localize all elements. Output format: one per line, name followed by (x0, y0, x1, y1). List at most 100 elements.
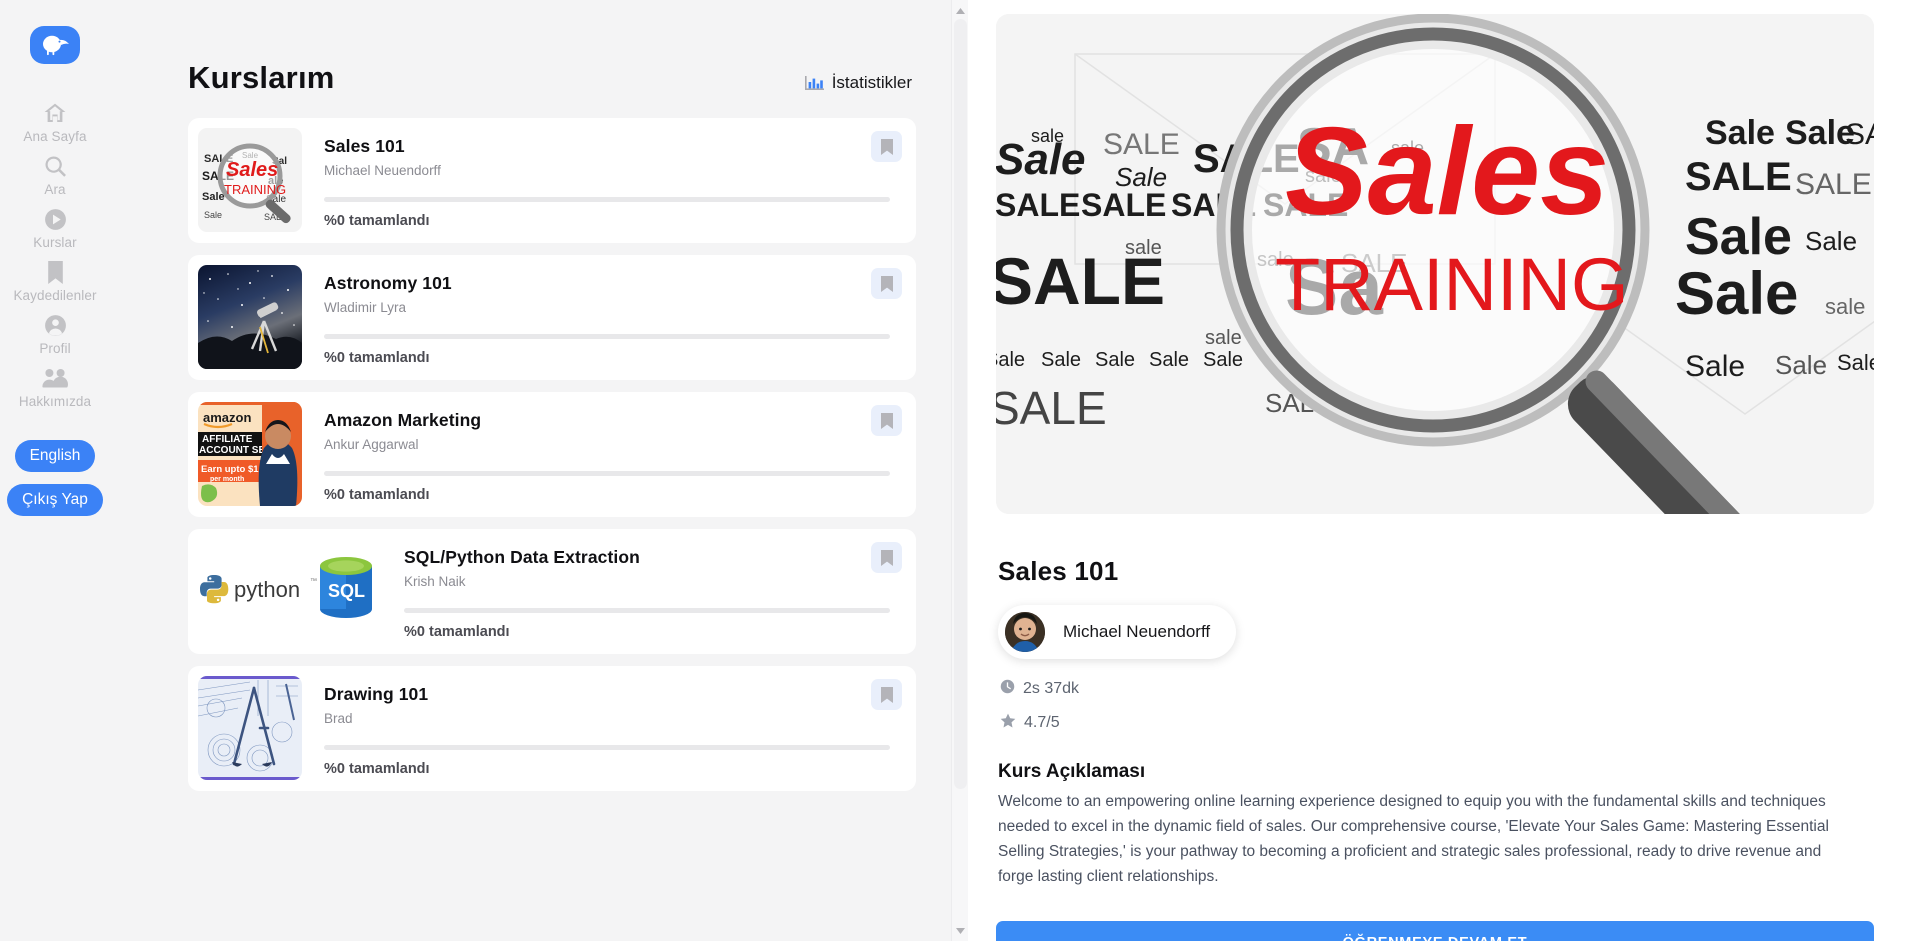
sidebar-item-label: Ara (44, 182, 66, 197)
sidebar-item-kaydedilenler[interactable]: Kaydedilenler (0, 257, 110, 303)
svg-text:sale: sale (1031, 126, 1064, 146)
sales-training-magnifier-icon: SALE Sale Sal SALE ale Sale Sale Sale SA… (198, 128, 302, 232)
course-card[interactable]: Drawing 101 Brad %0 tamamlandı (188, 666, 916, 791)
bookmark-icon (880, 138, 893, 155)
svg-text:Sales: Sales (226, 159, 278, 181)
sidebar-item-label: Ana Sayfa (23, 129, 87, 144)
detail-instructor-pill[interactable]: Michael Neuendorff (998, 605, 1237, 659)
description-body: Welcome to an empowering online learning… (998, 793, 1829, 886)
svg-text:Sales: Sales (1285, 103, 1609, 241)
bookmark-icon (40, 257, 70, 287)
bookmark-button[interactable] (871, 405, 902, 436)
course-list-header: Kurslarım İstatistikler (150, 0, 926, 118)
sidebar-nav: Ana Sayfa Ara Kurslar Kaydedilenler Prof… (0, 98, 110, 416)
svg-text:Sale: Sale (202, 191, 225, 203)
course-card[interactable]: SALE Sale Sal SALE ale Sale Sale Sale SA… (188, 118, 916, 243)
course-card-body: Amazon Marketing Ankur Aggarwal %0 tamam… (302, 392, 916, 517)
sidebar-item-kurslar[interactable]: Kurslar (0, 204, 110, 250)
detail-instructor-name: Michael Neuendorff (1063, 622, 1211, 641)
description-title: Kurs Açıklaması (998, 761, 1146, 782)
course-progress-label: %0 tamamlandı (324, 213, 430, 229)
statistics-label: İstatistikler (831, 73, 912, 92)
course-title: Drawing 101 (324, 684, 429, 704)
sales-training-word-cloud-icon: Sale sale SALE Sale SALE sale SA sale SA… (996, 14, 1874, 514)
python-sql-logos-icon: python ™ SQL (192, 539, 382, 643)
course-author: Ankur Aggarwal (324, 437, 419, 452)
detail-duration-label: 2s 37dk (1023, 680, 1080, 697)
sidebar-item-label: Hakkımızda (18, 394, 92, 409)
course-progress-bar (324, 471, 890, 476)
course-card-body: Astronomy 101 Wladimir Lyra %0 tamamland… (302, 255, 916, 380)
course-card[interactable]: python ™ SQL SQL/Python Data Extraction … (188, 529, 916, 654)
scroll-down-arrow-icon[interactable] (952, 922, 968, 939)
svg-text:™: ™ (310, 578, 317, 585)
course-progress-bar (324, 745, 890, 750)
bookmark-icon (880, 549, 893, 566)
detail-course-title: Sales 101 (998, 556, 1119, 586)
svg-text:Sale: Sale (204, 210, 222, 220)
bar-chart-icon (804, 74, 824, 92)
search-icon (40, 151, 70, 181)
svg-text:SQL: SQL (328, 581, 365, 601)
scrollbar-thumb[interactable] (954, 19, 967, 789)
course-progress-label: %0 tamamlandı (404, 624, 510, 640)
course-title: Sales 101 (324, 136, 405, 156)
svg-text:Sale: Sale (1837, 350, 1874, 375)
course-card-list: SALE Sale Sal SALE ale Sale Sale Sale SA… (150, 118, 926, 791)
language-button[interactable]: English (14, 440, 96, 472)
course-card[interactable]: Astronomy 101 Wladimir Lyra %0 tamamland… (188, 255, 916, 380)
kiwi-bird-icon (43, 35, 69, 56)
detail-rating: 4.7/5 (1000, 713, 1874, 733)
course-card[interactable]: amazon AFFILIATE ACCOUNT SETUP Earn upto… (188, 392, 916, 517)
bookmark-icon (880, 686, 893, 703)
sidebar-item-ana-sayfa[interactable]: Ana Sayfa (0, 98, 110, 144)
svg-text:SALE: SALE (1795, 168, 1872, 201)
kiwi-bird-logo[interactable] (30, 26, 80, 64)
sidebar: Ana Sayfa Ara Kurslar Kaydedilenler Prof… (0, 0, 110, 941)
course-list-panel: Kurslarım İstatistikler SALE Sal Sale Sa… (110, 0, 968, 941)
svg-text:amazon: amazon (203, 410, 251, 425)
scroll-up-arrow-icon[interactable] (952, 2, 968, 19)
course-list-scrollbar[interactable] (951, 0, 968, 941)
svg-text:Sale: Sale (1149, 349, 1189, 371)
svg-text:AFFILIATE: AFFILIATE (202, 434, 253, 445)
bookmark-button[interactable] (871, 542, 902, 573)
sidebar-item-ara[interactable]: Ara (0, 151, 110, 197)
svg-text:Sale: Sale (1685, 208, 1792, 266)
svg-text:SALE: SALE (996, 244, 1165, 318)
logout-button[interactable]: Çıkış Yap (7, 484, 103, 516)
sidebar-item-hakkimizda[interactable]: Hakkımızda (0, 363, 110, 409)
course-author: Brad (324, 711, 353, 726)
course-card-body: SQL/Python Data Extraction Krish Naik %0… (382, 529, 916, 654)
course-progress-label: %0 tamamlandı (324, 761, 430, 777)
course-author: Krish Naik (404, 574, 466, 589)
course-author: Wladimir Lyra (324, 300, 407, 315)
app-root: Ana Sayfa Ara Kurslar Kaydedilenler Prof… (0, 0, 1920, 941)
continue-learning-button[interactable]: ÖĞRENMEYE DEVAM ET (996, 921, 1874, 941)
svg-text:Sale: Sale (1805, 226, 1857, 256)
svg-text:SALE: SALE (996, 187, 1080, 223)
course-thumbnail (198, 265, 302, 369)
svg-text:TRAINING: TRAINING (1275, 243, 1629, 326)
sidebar-item-profil[interactable]: Profil (0, 310, 110, 356)
statistics-link[interactable]: İstatistikler (804, 73, 912, 96)
course-thumbnail (198, 676, 302, 780)
svg-text:SALE: SALE (1845, 118, 1874, 151)
clock-icon (1000, 679, 1015, 699)
svg-text:SALE: SALE (1685, 155, 1792, 199)
course-hero-image: Sale sale SALE Sale SALE sale SA sale SA… (996, 14, 1874, 514)
course-progress-label: %0 tamamlandı (324, 487, 430, 503)
svg-text:SALE: SALE (996, 382, 1107, 434)
bookmark-button[interactable] (871, 131, 902, 162)
course-title: SQL/Python Data Extraction (404, 547, 640, 567)
course-progress-bar (324, 197, 890, 202)
svg-text:Sale: Sale (996, 349, 1025, 371)
detail-rating-label: 4.7/5 (1024, 714, 1060, 731)
bookmark-button[interactable] (871, 268, 902, 299)
course-detail-panel: Sale sale SALE Sale SALE sale SA sale SA… (968, 0, 1920, 941)
bookmark-button[interactable] (871, 679, 902, 710)
play-circle-icon (40, 204, 70, 234)
svg-text:Sale: Sale (1095, 349, 1135, 371)
course-title: Astronomy 101 (324, 273, 452, 293)
course-thumbnail: SALE Sale Sal SALE ale Sale Sale Sale SA… (198, 128, 302, 232)
